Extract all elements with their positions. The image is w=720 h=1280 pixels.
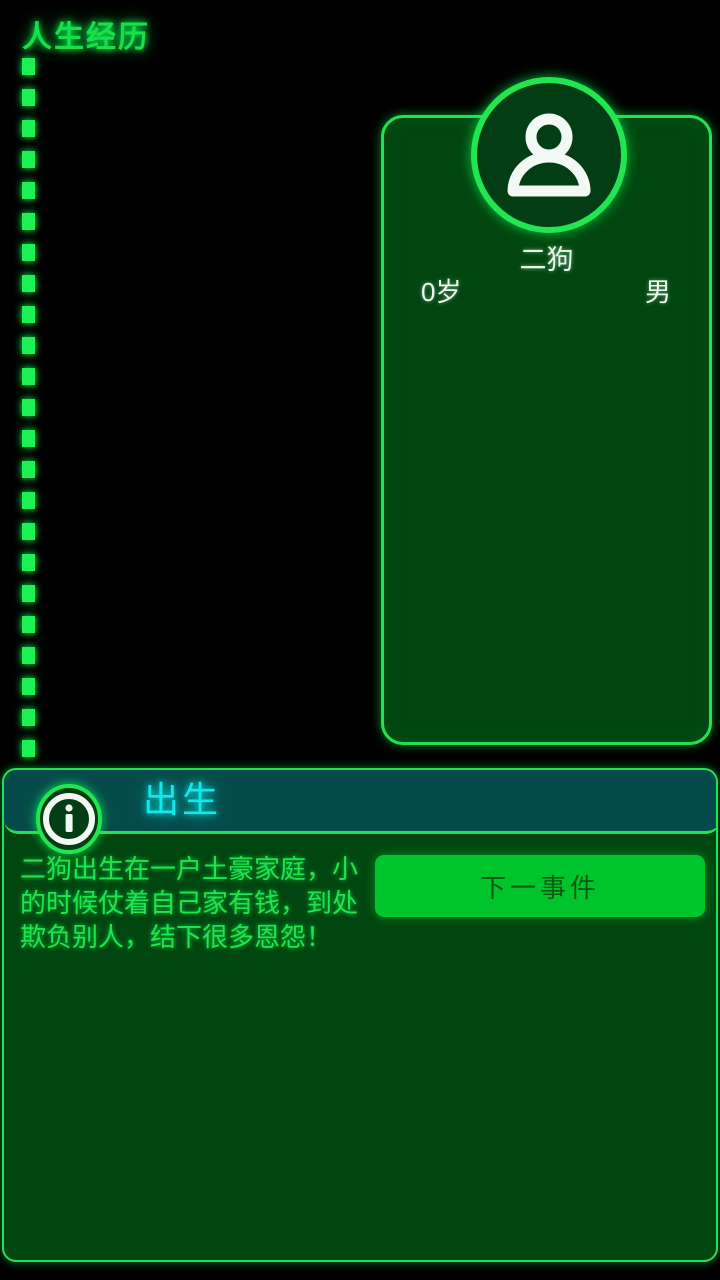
next-event-button[interactable]: 下一事件 (375, 855, 705, 917)
page-title: 人生经历 (22, 21, 150, 54)
event-title: 出生 (143, 779, 222, 820)
character-age: 0岁 (421, 277, 462, 307)
avatar (471, 77, 627, 233)
dashed-timeline (22, 58, 35, 770)
person-icon (497, 103, 601, 207)
info-icon (22, 784, 116, 854)
character-gender: 男 (644, 277, 671, 307)
event-description: 二狗出生在一户土豪家庭，小的时候仗着自己家有钱，到处欺负别人，结下很多恩怨！ (20, 854, 359, 952)
character-meta: 0岁 男 (421, 272, 671, 309)
